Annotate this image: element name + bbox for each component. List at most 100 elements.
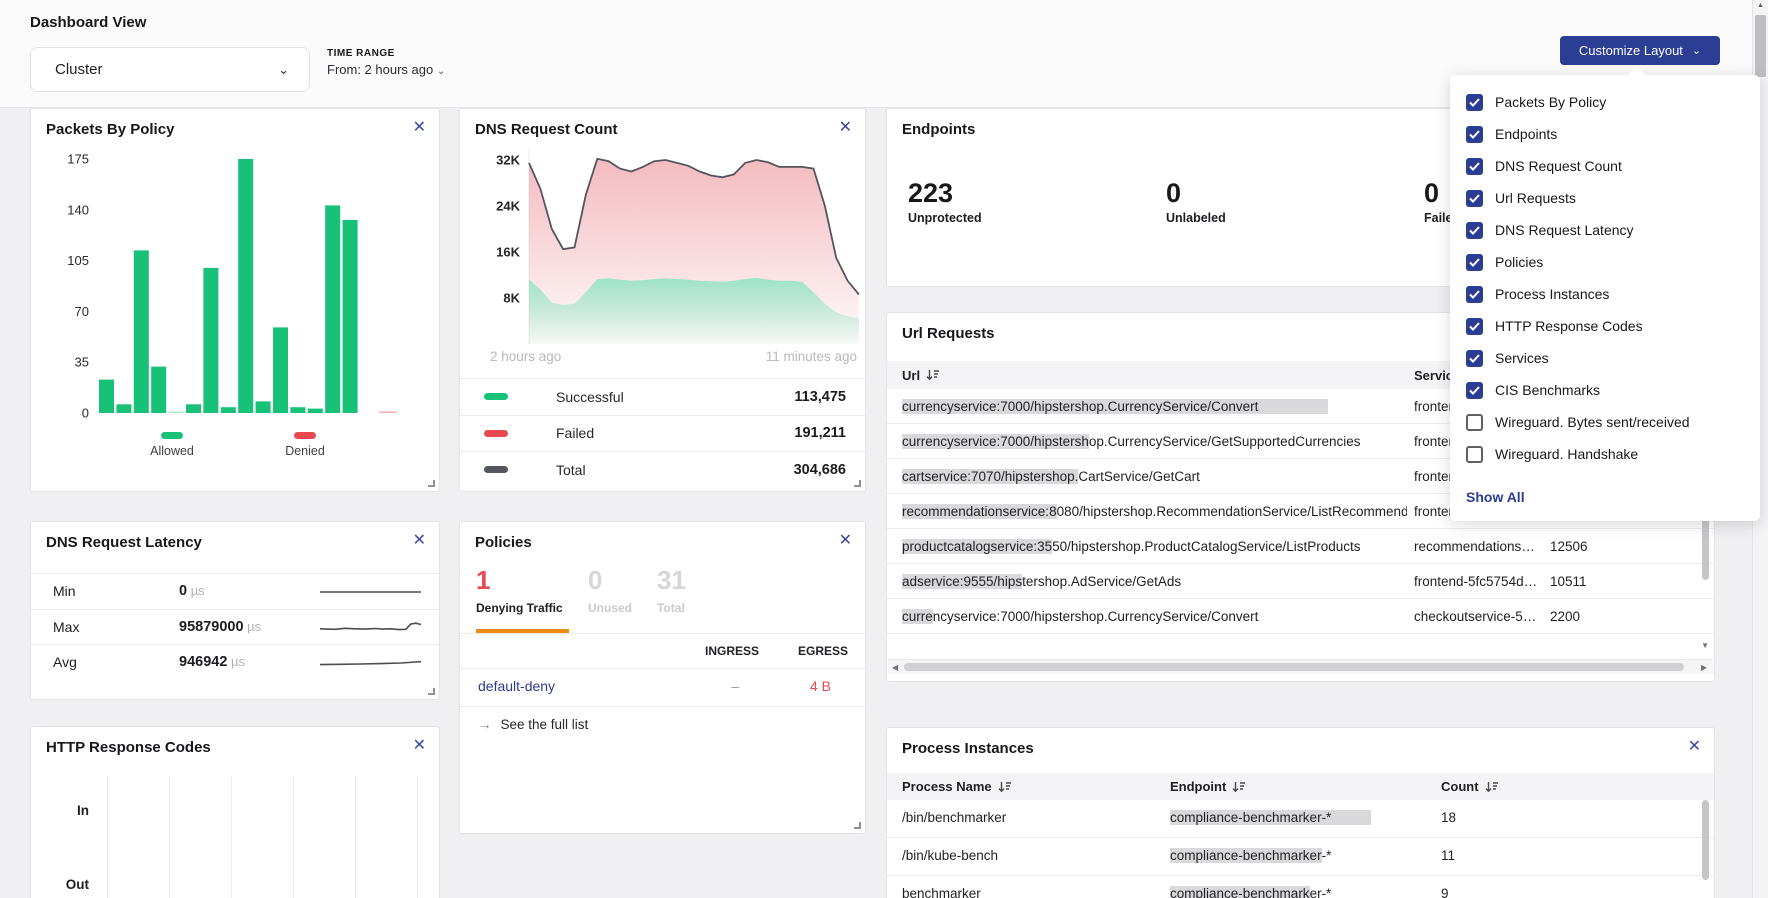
- menu-item-services[interactable]: Services: [1466, 347, 1760, 369]
- policies-tab-total[interactable]: 31Total: [657, 566, 686, 615]
- url-table-row[interactable]: adservice:9555/hipstershop.AdService/Get…: [887, 564, 1714, 599]
- process-table-row[interactable]: /bin/benchmarkercompliance-benchmarker-*…: [887, 800, 1714, 838]
- dns-legend: Successful113,475Failed191,211Total304,6…: [460, 378, 867, 488]
- card-title: Packets By Policy: [46, 121, 174, 138]
- resize-handle-icon[interactable]: [854, 480, 861, 487]
- menu-item-wireguard-bytes-sent-received[interactable]: Wireguard. Bytes sent/received: [1466, 411, 1760, 433]
- column-header-process-name[interactable]: Process Name: [902, 779, 1011, 794]
- service-cell: checkoutservice-56…: [1414, 609, 1542, 624]
- sort-icon[interactable]: [1485, 781, 1498, 793]
- close-icon[interactable]: ✕: [839, 530, 852, 550]
- sort-icon[interactable]: [926, 369, 939, 381]
- scroll-right-arrow-icon[interactable]: ▶: [1701, 663, 1707, 672]
- count-cell: 18: [1441, 810, 1456, 825]
- policy-name-link[interactable]: default-deny: [478, 678, 555, 694]
- close-icon[interactable]: ✕: [413, 117, 426, 137]
- legend-swatch: [484, 466, 508, 473]
- resize-handle-icon[interactable]: [428, 688, 435, 695]
- grid-line: [169, 776, 170, 898]
- scroll-left-arrow-icon[interactable]: ◀: [892, 663, 898, 672]
- scroll-up-arrow-icon[interactable]: ▲: [1753, 2, 1768, 9]
- checkbox-checked-icon[interactable]: [1466, 190, 1483, 207]
- url-table-row[interactable]: productcatalogservice:3550/hipstershop.P…: [887, 529, 1714, 564]
- show-all-link[interactable]: Show All: [1466, 489, 1525, 505]
- policies-tabs: 1Denying Traffic 0Unused 31Total: [460, 566, 867, 634]
- count-cell: 9: [1441, 886, 1449, 898]
- highlighted-text: compliance-benchmark: [1170, 886, 1310, 898]
- menu-item-policies[interactable]: Policies: [1466, 251, 1760, 273]
- checkbox-checked-icon[interactable]: [1466, 350, 1483, 367]
- tab-label: Denying Traffic: [476, 601, 563, 615]
- menu-item-wireguard-handshake[interactable]: Wireguard. Handshake: [1466, 443, 1760, 465]
- highlighted-text: recommendationservice:8: [902, 504, 1057, 519]
- latency-row: Min0 µs: [31, 573, 439, 609]
- latency-sparkline-chart: [318, 581, 423, 603]
- menu-item-dns-request-latency[interactable]: DNS Request Latency: [1466, 219, 1760, 241]
- menu-item-packets-by-policy[interactable]: Packets By Policy: [1466, 91, 1760, 113]
- url-table-row[interactable]: currencyservice:7000/hipstershop.Currenc…: [887, 599, 1714, 634]
- highlighted-text: curre: [902, 609, 933, 624]
- see-full-list-link[interactable]: → See the full list: [478, 717, 588, 732]
- menu-item-url-requests[interactable]: Url Requests: [1466, 187, 1760, 209]
- column-header-endpoint[interactable]: Endpoint: [1170, 779, 1245, 794]
- legend-row: Total304,686: [460, 451, 867, 488]
- card-dns-request-count: DNS Request Count ✕ 8K16K24K32K 2 hours …: [459, 108, 866, 492]
- checkbox-checked-icon[interactable]: [1466, 94, 1483, 111]
- column-header-url[interactable]: Url: [902, 368, 939, 383]
- horizontal-scrollbar-thumb[interactable]: [904, 663, 1684, 671]
- url-cell: currencyservice:7000/hipstershop.Currenc…: [902, 434, 1407, 449]
- table-horizontal-scrollbar[interactable]: ◀ ▶: [888, 659, 1713, 674]
- checkbox-checked-icon[interactable]: [1466, 254, 1483, 271]
- checkbox-checked-icon[interactable]: [1466, 318, 1483, 335]
- checkbox-checked-icon[interactable]: [1466, 126, 1483, 143]
- x-axis-label-right: 11 minutes ago: [766, 349, 857, 364]
- menu-item-http-response-codes[interactable]: HTTP Response Codes: [1466, 315, 1760, 337]
- table-vertical-scrollbar[interactable]: [1702, 800, 1709, 880]
- cluster-selector[interactable]: Cluster ⌄: [30, 47, 310, 92]
- legend-row: Successful113,475: [460, 378, 867, 415]
- checkbox-checked-icon[interactable]: [1466, 286, 1483, 303]
- time-range[interactable]: TIME RANGE From: 2 hours ago ⌄: [327, 48, 445, 77]
- process-table-row[interactable]: /bin/kube-benchcompliance-benchmarker-*1…: [887, 838, 1714, 876]
- page-scrollbar-thumb[interactable]: [1755, 15, 1766, 77]
- card-title: DNS Request Latency: [46, 534, 202, 551]
- legend-value: 304,686: [794, 462, 846, 478]
- resize-handle-icon[interactable]: [854, 822, 861, 829]
- latency-label: Avg: [53, 654, 143, 670]
- close-icon[interactable]: ✕: [839, 117, 852, 137]
- resize-handle-icon[interactable]: [428, 480, 435, 487]
- policies-tab-unused[interactable]: 0Unused: [588, 566, 632, 615]
- column-header-count[interactable]: Count: [1441, 779, 1498, 794]
- highlighted-text: productcatalogservice:35: [902, 539, 1052, 554]
- latency-sparkline-chart: [318, 652, 423, 674]
- menu-item-label: Policies: [1495, 254, 1543, 270]
- policies-tab-denying-traffic[interactable]: 1Denying Traffic: [476, 566, 563, 615]
- menu-item-process-instances[interactable]: Process Instances: [1466, 283, 1760, 305]
- endpoint-cell: compliance-benchmarker-*: [1170, 848, 1331, 863]
- legend-swatch: [484, 430, 508, 437]
- sort-icon[interactable]: [998, 781, 1011, 793]
- checkbox-checked-icon[interactable]: [1466, 382, 1483, 399]
- customize-layout-button[interactable]: Customize Layout ⌄: [1560, 36, 1720, 65]
- checkbox-unchecked-icon[interactable]: [1466, 414, 1483, 431]
- column-header-egress: EGRESS: [798, 644, 848, 658]
- menu-item-endpoints[interactable]: Endpoints: [1466, 123, 1760, 145]
- highlighted-text: compliance-benchmarker: [1170, 848, 1322, 863]
- time-range-value[interactable]: From: 2 hours ago ⌄: [327, 62, 445, 77]
- sort-icon[interactable]: [1232, 781, 1245, 793]
- checkbox-unchecked-icon[interactable]: [1466, 446, 1483, 463]
- scroll-down-arrow-icon[interactable]: ▼: [1701, 641, 1709, 650]
- close-icon[interactable]: ✕: [1688, 736, 1701, 756]
- process-table-row[interactable]: benchmarkercompliance-benchmarker-*9: [887, 876, 1714, 898]
- highlighted-text: cartservice:7070/hipstershop.: [902, 469, 1078, 484]
- menu-item-cis-benchmarks[interactable]: CIS Benchmarks: [1466, 379, 1760, 401]
- legend-value: 191,211: [794, 425, 846, 441]
- checkbox-checked-icon[interactable]: [1466, 222, 1483, 239]
- close-icon[interactable]: ✕: [413, 530, 426, 550]
- tab-label: Unused: [588, 601, 632, 615]
- policy-row[interactable]: default-deny – 4 B: [460, 668, 867, 706]
- close-icon[interactable]: ✕: [413, 735, 426, 755]
- checkbox-checked-icon[interactable]: [1466, 158, 1483, 175]
- latency-row: Avg946942 µs: [31, 644, 439, 680]
- menu-item-dns-request-count[interactable]: DNS Request Count: [1466, 155, 1760, 177]
